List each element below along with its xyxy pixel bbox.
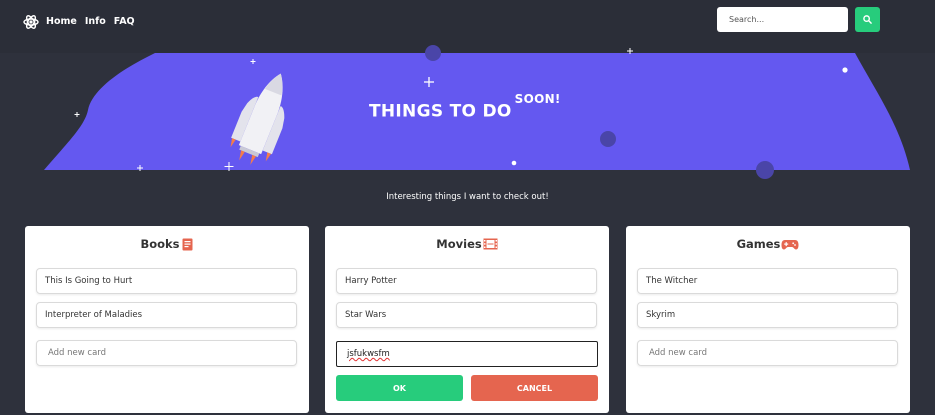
planet [425, 45, 441, 61]
card-title-label: Books [140, 237, 180, 251]
star-dot [842, 67, 848, 73]
atom-logo-icon[interactable] [23, 14, 39, 30]
card-title: Games [626, 237, 910, 251]
card-title-label: Movies [436, 237, 482, 251]
add-card-field[interactable]: Add new card [637, 340, 898, 366]
new-card-input[interactable]: jsfukwsfm [336, 341, 598, 367]
card-books: Books This Is Going to Hurt Interpreter … [25, 226, 309, 413]
planet [756, 161, 774, 179]
film-icon [483, 238, 498, 250]
planet [600, 131, 616, 147]
hero-title-main: THINGS TO DO [369, 101, 512, 122]
list-item[interactable]: The Witcher [637, 268, 898, 294]
card-games: Games The Witcher Skyrim Add new card [626, 226, 910, 413]
list-item[interactable]: This Is Going to Hurt [36, 268, 297, 294]
list-item[interactable]: Star Wars [336, 302, 597, 328]
nav-link-home[interactable]: Home [46, 16, 77, 27]
page-subtitle: Interesting things I want to check out! [386, 192, 549, 202]
list-item[interactable]: Interpreter of Maladies [36, 302, 297, 328]
search-icon [863, 15, 872, 24]
nav-link-info[interactable]: Info [85, 16, 106, 27]
card-title-label: Games [736, 237, 781, 251]
card-title: Movies [325, 237, 609, 251]
card-title: Books [25, 237, 309, 251]
hero-title: THINGS TO DOSOON! [369, 92, 561, 122]
hero-title-sup: SOON! [514, 92, 561, 106]
list-item[interactable]: Skyrim [637, 302, 898, 328]
new-card-input-value: jsfukwsfm [347, 349, 390, 359]
star-dot [511, 160, 517, 166]
gamepad-icon [781, 239, 799, 249]
card-movies: Movies Harry Potter Star Wars jsfukwsfm … [325, 226, 609, 413]
search-input[interactable] [717, 7, 848, 32]
nav-links: Home Info FAQ [46, 16, 135, 27]
book-icon [182, 238, 193, 250]
cancel-button[interactable]: CANCEL [471, 375, 598, 401]
nav-link-faq[interactable]: FAQ [114, 16, 135, 27]
search-button[interactable] [855, 7, 880, 32]
add-card-field[interactable]: Add new card [36, 340, 297, 366]
list-item[interactable]: Harry Potter [336, 268, 597, 294]
ok-button[interactable]: OK [336, 375, 463, 401]
